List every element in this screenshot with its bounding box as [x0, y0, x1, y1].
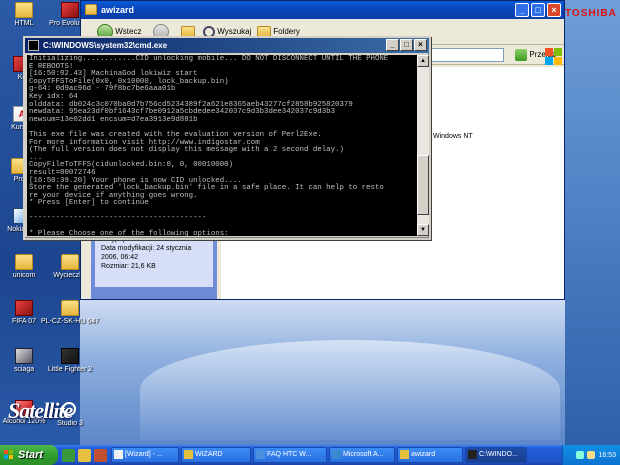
scroll-down-icon[interactable]: ▼: [417, 224, 429, 236]
cmd-output-line: * Please Choose one of the following opt…: [29, 229, 229, 236]
wallpaper-wave: [140, 340, 560, 440]
cmd-maximize-button[interactable]: □: [400, 39, 413, 51]
cmd-output-line: newsum=13e02dd1 encsum=d7ea3913e9d881b: [29, 115, 198, 124]
folder-icon: [61, 300, 79, 316]
taskbar-button-label: WIZARD: [195, 451, 223, 458]
taskbar-button-label: FAQ HTC W...: [267, 451, 312, 458]
taskbar-button-label: C:\WINDO...: [479, 451, 518, 458]
task-app-icon: [114, 450, 123, 459]
quick-launch-icon[interactable]: [62, 448, 75, 462]
minimize-button[interactable]: _: [515, 3, 529, 17]
cmd-titlebar[interactable]: C:\WINDOWS\system32\cmd.exe _ □ ×: [25, 38, 429, 53]
windows-logo-icon: [545, 48, 563, 66]
taskbar-button-label: Microsoft A...: [343, 451, 384, 458]
cmd-window[interactable]: C:\WINDOWS\system32\cmd.exe _ □ × Initia…: [23, 36, 431, 240]
system-tray: 16:53: [562, 445, 620, 465]
taskbar-button[interactable]: awizard: [397, 447, 463, 463]
cmd-close-button[interactable]: ×: [414, 39, 427, 51]
task-app-icon: [468, 450, 477, 459]
toshiba-logo: TOSHIBA: [565, 8, 617, 19]
folder-icon: [61, 254, 79, 270]
details-size: Rozmiar: 21,6 KB: [101, 263, 156, 270]
folder-icon: [15, 2, 33, 18]
folder-icon: [15, 254, 33, 270]
tray-icon[interactable]: [576, 451, 585, 459]
task-app-icon: [256, 450, 265, 459]
maximize-button[interactable]: □: [531, 3, 545, 17]
taskbar-button[interactable]: C:\WINDO...: [465, 447, 527, 463]
game-icon: [61, 348, 79, 364]
explorer-titlebar[interactable]: awizard _ □ ×: [81, 1, 564, 19]
task-app-icon: [184, 450, 193, 459]
go-arrow-icon: [515, 48, 528, 61]
cmd-output-line: (The full version does not display this …: [29, 146, 344, 155]
quick-launch-icon[interactable]: [94, 448, 107, 462]
task-app-icon: [400, 450, 409, 459]
cmd-output-line: Initializing............CID unlocking mo…: [29, 55, 389, 63]
game-icon: [15, 300, 33, 316]
taskbar-button-label: [Wizard] - ...: [125, 451, 163, 458]
taskbar-button-label: awizard: [411, 451, 436, 458]
quick-launch: [62, 448, 107, 462]
tray-icon[interactable]: [587, 451, 596, 459]
game-icon: [61, 2, 79, 18]
close-button[interactable]: ×: [547, 3, 561, 17]
scroll-up-icon[interactable]: ▲: [417, 55, 429, 67]
file-item-label[interactable]: Windows NT: [433, 133, 473, 140]
desktop-wallpaper-right: [565, 0, 620, 445]
cmd-title: C:\WINDOWS\system32\cmd.exe: [43, 41, 168, 50]
task-app-icon: [332, 450, 341, 459]
start-button[interactable]: Start: [0, 445, 58, 465]
folder-icon: [85, 4, 97, 15]
console-icon: [28, 40, 39, 51]
desktop-icon-little-fighter[interactable]: Little Fighter 2: [40, 348, 100, 374]
scroll-thumb[interactable]: [417, 155, 429, 215]
taskbar-button[interactable]: [Wizard] - ...: [111, 447, 179, 463]
taskbar-button[interactable]: FAQ HTC W...: [253, 447, 327, 463]
taskbar-button[interactable]: Microsoft A...: [329, 447, 395, 463]
cmd-minimize-button[interactable]: _: [386, 39, 399, 51]
windows-flag-icon: [4, 450, 14, 460]
cmd-output[interactable]: Initializing............CID unlocking mo…: [27, 55, 417, 236]
clock[interactable]: 16:53: [598, 452, 616, 459]
taskbar: Start [Wizard] - ... WIZARD FAQ HTC W... Mi…: [0, 445, 620, 465]
explorer-title: awizard: [101, 5, 135, 15]
details-modified: Data modyfikacji: 24 stycznia 2006, 06:4…: [101, 245, 192, 261]
cmd-output-line: * Press [Enter] to continue: [29, 199, 149, 208]
document-icon: [15, 348, 33, 364]
taskbar-button[interactable]: WIZARD: [181, 447, 251, 463]
cmd-scrollbar[interactable]: ▲ ▼: [417, 55, 429, 236]
cmd-output-line: ----------------------------------------: [29, 214, 207, 223]
task-buttons: [Wizard] - ... WIZARD FAQ HTC W... Microsof…: [111, 447, 562, 463]
desktop-icon-pl-cz-sk-hu[interactable]: PL-CZ-SK-HU 647: [40, 300, 100, 326]
quick-launch-icon[interactable]: [78, 448, 91, 462]
satellite-logo-ring: [62, 402, 76, 416]
cmd-output-line: g-64: 0d9ac96d - 79f8bc7be6aaa01b: [29, 85, 176, 94]
